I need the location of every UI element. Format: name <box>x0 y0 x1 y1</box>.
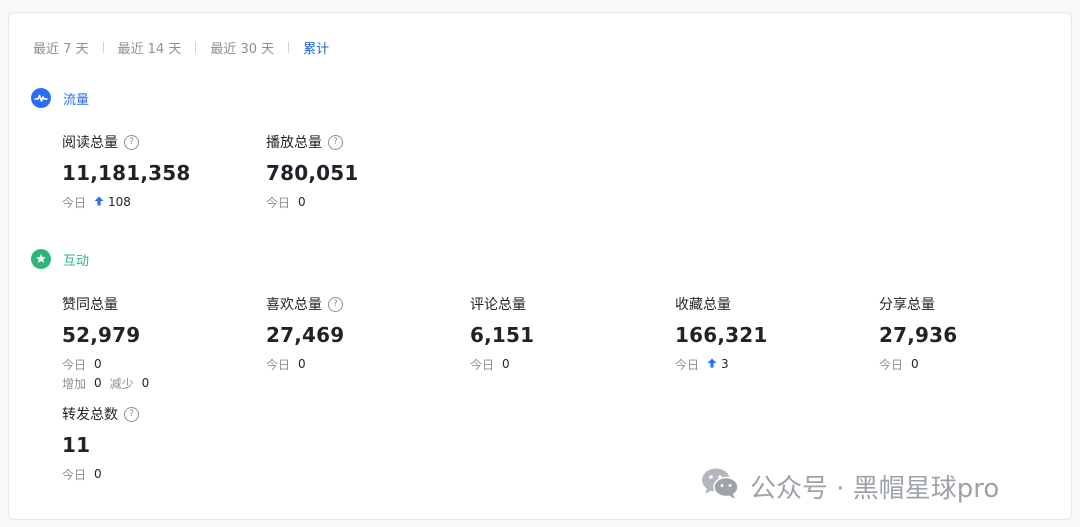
tab-divider <box>102 42 104 53</box>
arrow-up-icon <box>94 195 104 209</box>
help-icon[interactable]: ? <box>328 134 343 150</box>
decrease-label: 减少 <box>109 376 134 391</box>
metric-plays-today: 今日 0 <box>266 194 456 210</box>
metric-likes-today: 今日 0 <box>62 356 252 372</box>
metric-reads: 阅读总量 ? 11,181,358 今日 108 <box>62 133 252 210</box>
traffic-section-title: 流量 <box>63 92 90 108</box>
decrease-value: 0 <box>141 376 150 390</box>
today-label: 今日 <box>266 195 291 210</box>
today-label: 今日 <box>62 467 87 482</box>
today-label: 今日 <box>879 357 904 372</box>
today-value: 108 <box>108 195 131 209</box>
today-value: 0 <box>502 357 510 371</box>
tab-divider <box>195 42 197 53</box>
today-label: 今日 <box>62 195 87 210</box>
metric-comments-today: 今日 0 <box>470 356 660 372</box>
watermark-text: 公众号 · 黑帽星球pro <box>750 474 1000 504</box>
metric-plays-value: 780,051 <box>266 161 359 185</box>
tab-last-14-days[interactable]: 最近 14 天 <box>118 38 182 57</box>
today-value: 3 <box>721 357 729 371</box>
traffic-section-header: 流量 <box>31 88 89 108</box>
today-label: 今日 <box>266 357 291 372</box>
metric-shares-label: 分享总量 <box>879 297 935 313</box>
today-label: 今日 <box>62 357 87 372</box>
today-value: 0 <box>94 467 102 481</box>
tab-cumulative[interactable]: 累计 <box>303 38 329 57</box>
metric-plays: 播放总量 ? 780,051 今日 0 <box>266 133 456 210</box>
metric-collections: 收藏总量 166,321 今日 3 <box>675 295 865 372</box>
range-tabs: 最近 7 天 最近 14 天 最近 30 天 累计 <box>33 38 329 57</box>
increase-value: 0 <box>94 376 102 390</box>
help-icon[interactable]: ? <box>124 134 139 150</box>
pulse-icon <box>31 88 51 108</box>
metric-reads-label: 阅读总量 <box>62 135 118 151</box>
interaction-section-title: 互动 <box>63 253 90 269</box>
watermark: 公众号 · 黑帽星球pro <box>700 466 999 507</box>
metric-forwards: 转发总数 ? 11 今日 0 <box>62 405 252 482</box>
stats-card: 最近 7 天 最近 14 天 最近 30 天 累计 流量 阅读总量 ? 11,1… <box>8 12 1072 520</box>
metric-likes: 赞同总量 52,979 今日 0 增加 0 减少 0 <box>62 295 252 391</box>
metric-comments: 评论总量 6,151 今日 0 <box>470 295 660 372</box>
tab-last-30-days[interactable]: 最近 30 天 <box>210 38 274 57</box>
help-icon[interactable]: ? <box>328 296 343 312</box>
today-value: 0 <box>298 195 306 209</box>
tab-divider <box>288 42 290 53</box>
metric-collections-value: 166,321 <box>675 323 768 347</box>
metric-reads-today: 今日 108 <box>62 194 252 210</box>
star-icon <box>31 249 51 269</box>
metric-forwards-today: 今日 0 <box>62 466 252 482</box>
metric-favorites-value: 27,469 <box>266 323 345 347</box>
today-label: 今日 <box>675 357 700 372</box>
metric-favorites-label: 喜欢总量 <box>266 297 322 313</box>
today-value: 0 <box>911 357 919 371</box>
today-value: 0 <box>298 357 306 371</box>
metric-forwards-label: 转发总数 <box>62 407 118 423</box>
metric-forwards-value: 11 <box>62 433 91 457</box>
metric-shares-value: 27,936 <box>879 323 958 347</box>
help-icon[interactable]: ? <box>124 406 139 422</box>
metric-shares: 分享总量 27,936 今日 0 <box>879 295 1069 372</box>
interaction-section-header: 互动 <box>31 249 89 269</box>
increase-label: 增加 <box>62 376 87 391</box>
metric-favorites-today: 今日 0 <box>266 356 456 372</box>
metric-likes-value: 52,979 <box>62 323 141 347</box>
today-label: 今日 <box>470 357 495 372</box>
metric-likes-label: 赞同总量 <box>62 297 118 313</box>
metric-comments-label: 评论总量 <box>470 297 526 313</box>
wechat-icon <box>700 466 740 507</box>
today-value: 0 <box>94 357 102 371</box>
metric-plays-label: 播放总量 <box>266 135 322 151</box>
arrow-up-icon <box>707 357 717 371</box>
metric-shares-today: 今日 0 <box>879 356 1069 372</box>
metric-likes-change: 增加 0 减少 0 <box>62 375 252 391</box>
tab-last-7-days[interactable]: 最近 7 天 <box>33 38 89 57</box>
metric-collections-label: 收藏总量 <box>675 297 731 313</box>
metric-reads-value: 11,181,358 <box>62 161 191 185</box>
metric-comments-value: 6,151 <box>470 323 535 347</box>
metric-favorites: 喜欢总量 ? 27,469 今日 0 <box>266 295 456 372</box>
metric-collections-today: 今日 3 <box>675 356 865 372</box>
